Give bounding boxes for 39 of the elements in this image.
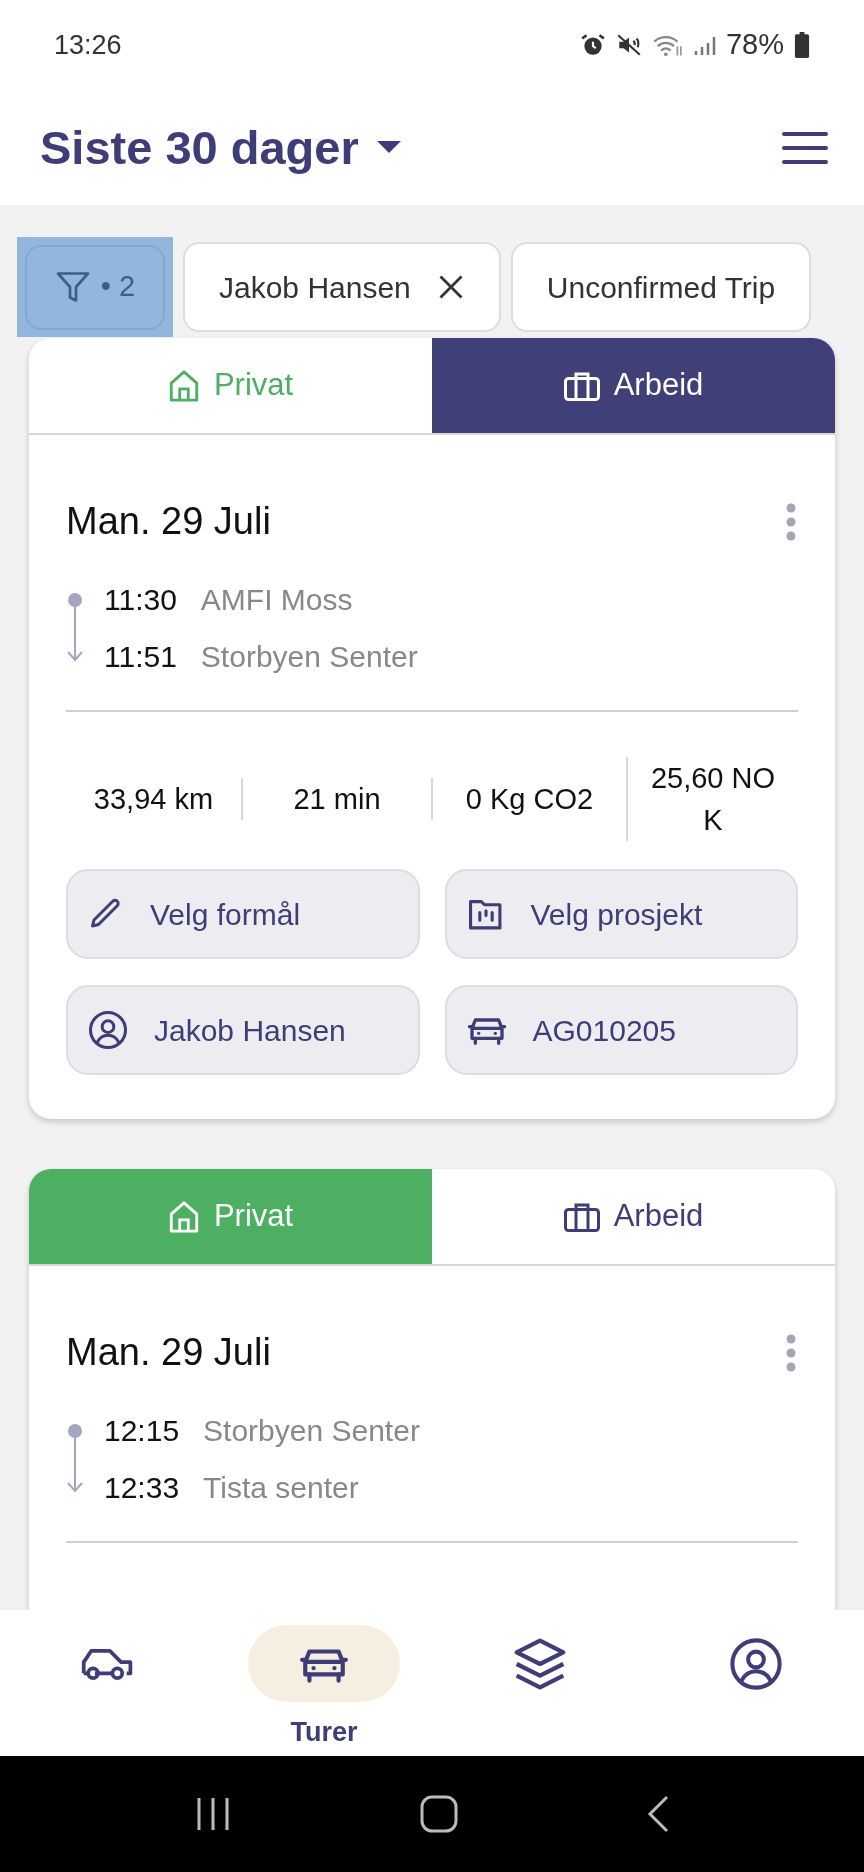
home-icon[interactable] — [419, 1794, 459, 1834]
briefcase-icon — [563, 370, 600, 401]
mute-icon — [615, 32, 642, 58]
trip-type-tab[interactable]: Arbeid — [432, 1169, 835, 1264]
house-icon — [167, 1199, 200, 1234]
trip-place: Storbyen Senter — [200, 639, 418, 675]
filter-icon — [54, 269, 91, 305]
trip-time: 11:30 — [104, 582, 177, 618]
trip-date: Man. 29 Juli — [66, 499, 271, 544]
trip-stat: 0 Kg CO2 — [465, 782, 594, 817]
trip-place: Tista senter — [203, 1470, 359, 1506]
trip-time: 11:51 — [104, 639, 177, 675]
trip-date: Man. 29 Juli — [66, 1330, 271, 1375]
trip-action-button[interactable]: AG010205 — [444, 985, 798, 1075]
battery-level: 78% — [725, 27, 784, 63]
trip-action-button[interactable]: Jakob Hansen — [66, 985, 420, 1075]
user-icon — [729, 1636, 783, 1691]
nav-label: Turer — [290, 1716, 358, 1749]
caret-icon — [376, 140, 401, 155]
trip-place: AMFI Moss — [200, 582, 353, 618]
trip-time: 12:15 — [104, 1413, 180, 1449]
filter-chip[interactable]: Unconfirmed Trip — [510, 242, 812, 332]
trip-action-button[interactable]: Velg prosjekt — [444, 869, 798, 959]
battery-icon — [794, 32, 810, 58]
trip-time: 12:33 — [104, 1470, 180, 1506]
trip-stat: 21 min — [293, 782, 381, 817]
briefcase-icon — [563, 1201, 600, 1232]
user-icon — [88, 1010, 128, 1050]
trip-stat: 33,94 km — [93, 782, 214, 817]
status-time: 13:26 — [54, 28, 122, 62]
trip-place: Storbyen Senter — [203, 1413, 420, 1449]
menu-icon[interactable] — [782, 129, 828, 166]
filter-chip[interactable]: Jakob Hansen — [183, 242, 501, 332]
back-icon[interactable] — [645, 1794, 671, 1834]
alarm-icon — [579, 32, 606, 58]
trip-stat: 25,60 NOK — [649, 761, 777, 838]
trip-action-button[interactable]: Velg formål — [66, 869, 420, 959]
house-icon — [167, 368, 200, 403]
trip-type-tab[interactable]: Arbeid — [432, 338, 835, 433]
